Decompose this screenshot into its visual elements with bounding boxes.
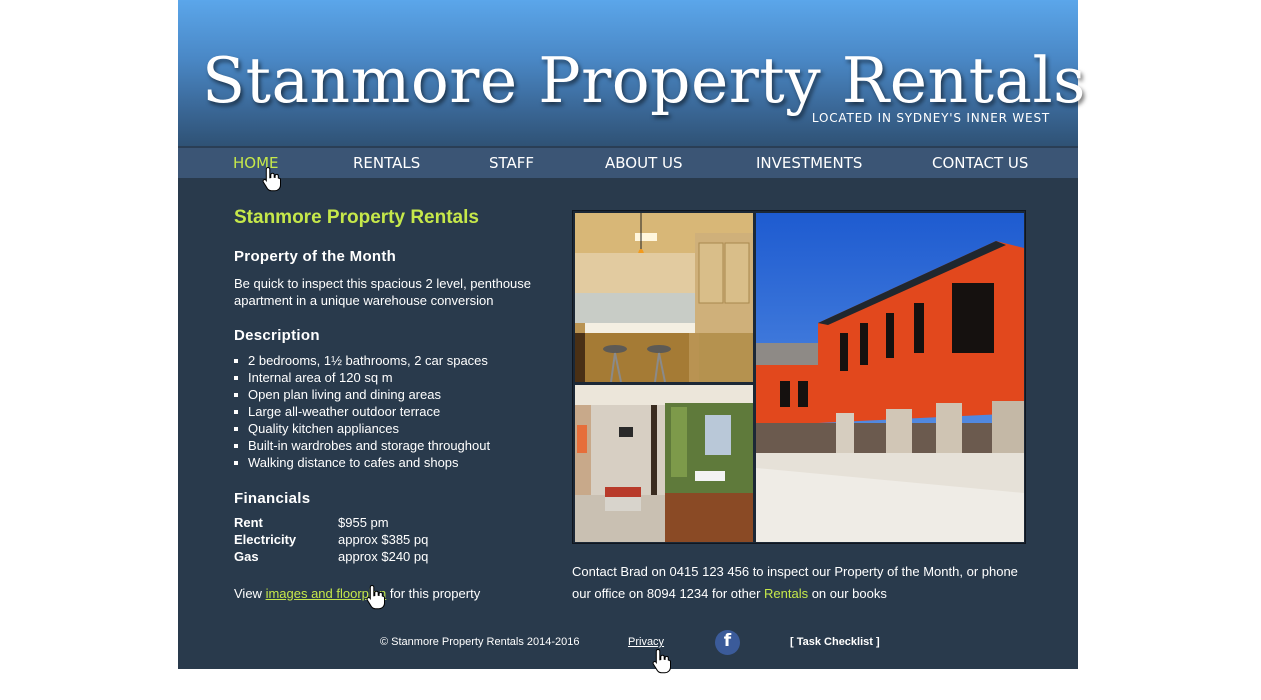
list-item: Quality kitchen appliances [233, 420, 490, 437]
privacy-link[interactable]: Privacy [628, 636, 664, 648]
view-floorplan-line: View images and floorplan for this prope… [234, 586, 480, 601]
nav-about-us[interactable]: ABOUT US [605, 154, 683, 172]
nav-investments[interactable]: INVESTMENTS [756, 154, 862, 172]
financials-heading: Financials [234, 490, 311, 507]
contact-rentals-link[interactable]: Rentals [764, 586, 808, 601]
nav-contact-us[interactable]: CONTACT US [932, 154, 1028, 172]
list-item: Walking distance to cafes and shops [233, 454, 490, 471]
list-item: Large all-weather outdoor terrace [233, 403, 490, 420]
exterior-building-photo [756, 213, 1024, 542]
nav-staff[interactable]: STAFF [489, 154, 534, 172]
list-item: Built-in wardrobes and storage throughou… [233, 438, 491, 453]
main-heading: Stanmore Property Rentals [234, 207, 479, 228]
financial-label: Electricity [234, 532, 297, 547]
task-checklist-link[interactable]: [ Task Checklist ] [790, 636, 880, 648]
view-suffix: for this property [386, 586, 481, 601]
financial-label: Gas [234, 549, 259, 564]
financial-value: approx $240 pq [338, 549, 429, 564]
interior-photo [575, 385, 753, 542]
hand-pointer-cursor-icon [366, 584, 385, 610]
kitchen-photo [575, 213, 753, 382]
property-of-month-heading: Property of the Month [234, 248, 397, 265]
site-header: Stanmore Property Rentals LOCATED IN SYD… [178, 0, 1086, 146]
nav-rentals[interactable]: RENTALS [353, 154, 420, 172]
list-item: Open plan living and dining areas [233, 386, 490, 403]
hand-pointer-cursor-icon [652, 648, 671, 674]
facebook-icon[interactable]: f [715, 630, 740, 655]
site-title: Stanmore Property Rentals [202, 44, 1086, 117]
main-navigation: HOME RENTALS STAFF ABOUT US INVESTMENTS … [178, 146, 1078, 178]
facebook-glyph: f [723, 631, 732, 651]
property-of-month-text: Be quick to inspect this spacious 2 leve… [234, 276, 532, 308]
site-container: Stanmore Property Rentals LOCATED IN SYD… [178, 0, 1086, 674]
copyright-text: © Stanmore Property Rentals 2014-2016 [380, 636, 580, 648]
list-item: 2 bedrooms, 1½ bathrooms, 2 car spaces [233, 352, 490, 369]
contact-text-after: on our books [808, 586, 887, 601]
financial-value: $955 pm [338, 515, 389, 530]
hand-pointer-cursor-icon [262, 166, 281, 192]
view-prefix: View [234, 586, 266, 601]
site-tagline: LOCATED IN SYDNEY'S INNER WEST [811, 111, 1050, 125]
site-footer: © Stanmore Property Rentals 2014-2016 Pr… [178, 630, 1078, 660]
description-heading: Description [234, 327, 320, 344]
property-photo-collage [572, 210, 1026, 544]
financial-label: Rent [234, 515, 263, 530]
list-item: Internal area of 120 sq m [233, 369, 490, 386]
contact-text: Contact Brad on 0415 123 456 to inspect … [572, 561, 1032, 605]
financial-value: approx $385 pq [338, 532, 429, 547]
description-list: 2 bedrooms, 1½ bathrooms, 2 car spaces I… [233, 352, 491, 471]
